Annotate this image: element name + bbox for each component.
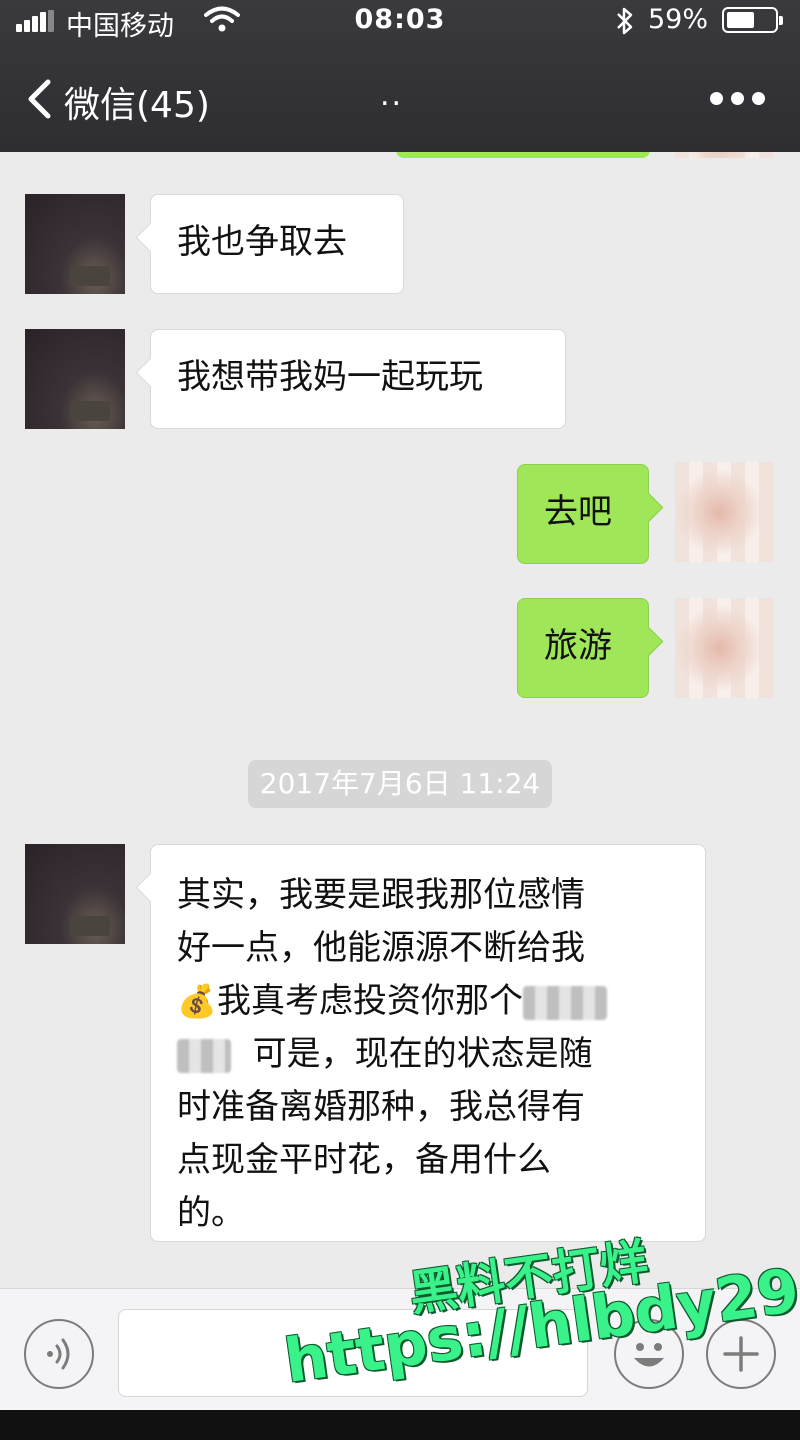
timestamp: 2017年7月6日 11:24 [248,760,552,808]
redacted-text [523,985,607,1020]
money-bag-icon: 💰 [177,982,217,1020]
message-bubble[interactable]: 去吧 [517,464,649,564]
message-line: 好一点，他能源源不断给我 [177,928,585,968]
chat-title: .. [380,78,404,113]
more-dots-icon[interactable] [706,88,770,108]
avatar[interactable] [675,462,773,562]
battery-percent: 59% [648,4,709,35]
avatar[interactable] [675,152,773,158]
message-text: 我也争取去 [177,222,347,262]
bottom-edge [0,1410,800,1440]
message-line: 其实，我要是跟我那位感情 [177,875,585,915]
bluetooth-icon [617,7,633,35]
avatar[interactable] [25,329,125,429]
avatar[interactable] [25,844,125,944]
redacted-text [177,1038,231,1073]
avatar[interactable] [25,194,125,294]
status-bar: 中国移动 08:03 59% [0,0,800,42]
message-line: 点现金平时花，备用什么 [177,1140,551,1180]
message-text: 我想带我妈一起玩玩 [177,357,483,397]
top-bar: 中国移动 08:03 59% 微信(45) .. [0,0,800,152]
chevron-left-icon[interactable] [22,76,56,122]
battery-icon [722,7,783,33]
nav-bar: 微信(45) .. [0,60,800,140]
avatar[interactable] [675,598,773,698]
previous-message-bubble [396,152,650,158]
message-text: 去吧 [544,492,612,532]
message-bubble[interactable]: 我也争取去 [150,194,404,294]
message-text: 旅游 [544,626,612,666]
message-line-with-emoji: 💰我真考虑投资你那个 [177,975,679,1028]
message-line: 我真考虑投资你那个 [217,981,523,1021]
message-bubble[interactable]: 其实，我要是跟我那位感情 好一点，他能源源不断给我 💰我真考虑投资你那个 可是，… [150,844,706,1242]
message-bubble[interactable]: 旅游 [517,598,649,698]
chat-area[interactable]: 我也争取去 我想带我妈一起玩玩 去吧 旅游 2017年7月6日 11:24 其实… [0,152,800,1288]
message-line: 时准备离婚那种，我总得有 [177,1087,585,1127]
message-line-with-redaction: 可是，现在的状态是随 [177,1028,679,1081]
voice-icon[interactable] [24,1319,94,1389]
message-line: 可是，现在的状态是随 [252,1034,593,1074]
message-bubble[interactable]: 我想带我妈一起玩玩 [150,329,566,429]
back-button-label[interactable]: 微信(45) [64,76,210,128]
